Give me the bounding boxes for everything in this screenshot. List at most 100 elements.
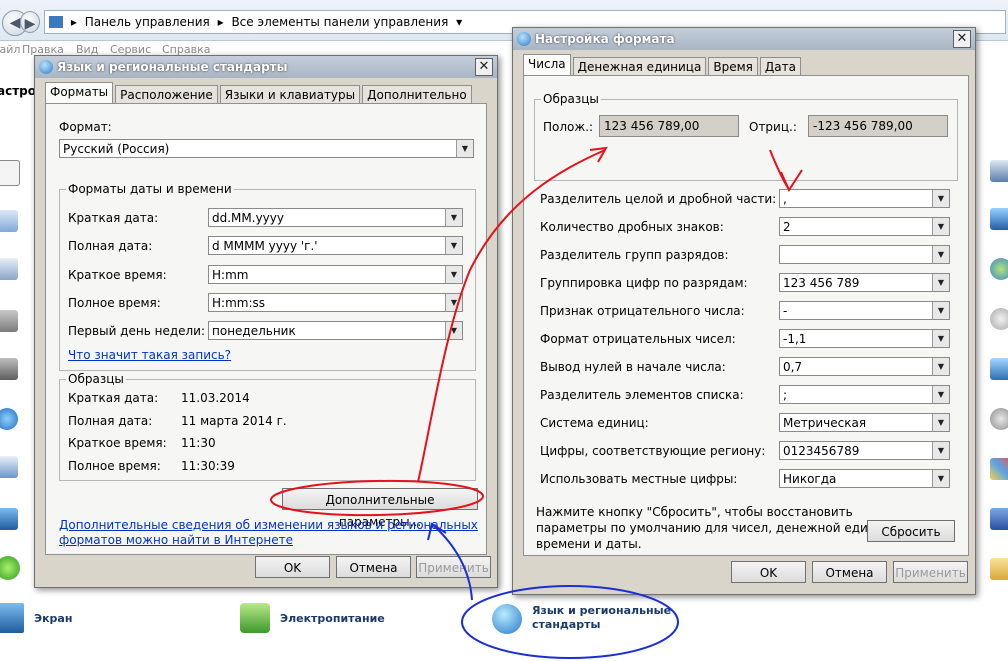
- short-date-select[interactable]: dd.MM.yyyy ▼: [208, 208, 463, 227]
- chevron-down-icon[interactable]: ▼: [445, 209, 462, 226]
- long-time-label: Полное время:: [68, 296, 161, 310]
- display-settings-icon[interactable]: [0, 508, 18, 530]
- chevron-down-icon[interactable]: ▼: [932, 190, 949, 207]
- region-cancel-button[interactable]: Отмена: [336, 556, 411, 578]
- cp-item-display[interactable]: Экран: [0, 603, 72, 633]
- chevron-down-icon[interactable]: ▼: [932, 218, 949, 235]
- chevron-down-icon[interactable]: ▼: [932, 246, 949, 263]
- tab-currency[interactable]: Денежная единица: [572, 57, 707, 76]
- tab-date[interactable]: Дата: [759, 57, 801, 76]
- cp-item-power[interactable]: Электропитание: [240, 603, 385, 633]
- cp-item-display-label: Экран: [34, 611, 73, 625]
- format-ok-button[interactable]: OK: [731, 561, 806, 583]
- firewall-icon[interactable]: [0, 310, 18, 332]
- standard-digits-select[interactable]: 0123456789 ▼: [779, 441, 950, 460]
- long-time-select[interactable]: H:mm:ss ▼: [208, 293, 463, 312]
- tab-numbers[interactable]: Числа: [523, 54, 571, 76]
- globe-icon: [517, 32, 531, 46]
- region-apply-button[interactable]: Применить: [416, 556, 491, 578]
- menu-file[interactable]: Файл: [0, 43, 20, 56]
- digit-grouping-select[interactable]: 123 456 789 ▼: [779, 273, 950, 292]
- close-icon[interactable]: ✕: [475, 58, 493, 76]
- first-day-select[interactable]: понедельник ▼: [208, 321, 463, 340]
- number-samples-title: Образцы: [541, 92, 601, 106]
- advanced-settings-button[interactable]: Дополнительные параметры...: [282, 488, 478, 529]
- programs-icon[interactable]: [990, 458, 1008, 480]
- network-icon[interactable]: [0, 408, 18, 430]
- region-ok-button[interactable]: OK: [255, 556, 330, 578]
- sample-short-date-label: Краткая дата:: [68, 391, 159, 405]
- flag-icon[interactable]: [990, 508, 1008, 530]
- chevron-down-icon[interactable]: ▼: [932, 386, 949, 403]
- short-time-select[interactable]: H:mm ▼: [208, 265, 463, 284]
- right-panel-icon-1[interactable]: [990, 160, 1008, 182]
- short-time-label: Краткое время:: [68, 268, 167, 282]
- format-select-value: Русский (Россия): [63, 142, 170, 156]
- list-separator-select[interactable]: ; ▼: [779, 385, 950, 404]
- long-time-value: H:mm:ss: [212, 296, 265, 310]
- standard-digits-value: 0123456789: [783, 444, 860, 458]
- performance-icon[interactable]: [990, 358, 1008, 380]
- people-icon[interactable]: [990, 258, 1008, 280]
- leading-zeros-select[interactable]: 0,7 ▼: [779, 357, 950, 376]
- decimal-symbol-select[interactable]: , ▼: [779, 189, 950, 208]
- chevron-down-icon[interactable]: ▼: [445, 322, 462, 339]
- breadcrumb-item-all-items[interactable]: Все элементы панели управления: [231, 15, 448, 29]
- chevron-down-icon[interactable]: ▼: [445, 294, 462, 311]
- digit-grouping-label: Группировка цифр по разрядам:: [540, 276, 748, 290]
- datetime-formats-group: Форматы даты и времени Краткая дата: dd.…: [59, 182, 476, 371]
- notation-help-link[interactable]: Что значит такая запись?: [68, 348, 231, 362]
- chevron-down-icon[interactable]: ▼: [932, 470, 949, 487]
- folder-icon[interactable]: [990, 558, 1008, 580]
- computer-icon[interactable]: [0, 358, 18, 380]
- keyboard-clock-icon[interactable]: [0, 258, 18, 280]
- format-select[interactable]: Русский (Россия) ▼: [59, 139, 474, 158]
- tab-time[interactable]: Время: [708, 57, 758, 76]
- sample-long-time-value: 11:30:39: [181, 459, 235, 473]
- tab-formats[interactable]: Форматы: [45, 82, 114, 104]
- long-date-select[interactable]: d MMMM yyyy 'г.' ▼: [208, 236, 463, 255]
- chevron-down-icon[interactable]: ▼: [456, 140, 473, 157]
- chevron-down-icon[interactable]: ▼: [932, 358, 949, 375]
- tab-administrative[interactable]: Дополнительно: [362, 85, 472, 104]
- leading-zeros-value: 0,7: [783, 360, 803, 374]
- chevron-down-icon[interactable]: ▼: [932, 442, 949, 459]
- monitor-icon[interactable]: [990, 208, 1008, 230]
- chevron-down-icon[interactable]: ▼: [445, 266, 462, 283]
- tab-location[interactable]: Расположение: [115, 85, 218, 104]
- format-cancel-button[interactable]: Отмена: [812, 561, 887, 583]
- display-icon: [0, 603, 24, 633]
- chevron-down-icon[interactable]: ▼: [932, 330, 949, 347]
- chevron-down-icon[interactable]: ▼: [932, 274, 949, 291]
- close-icon[interactable]: ✕: [953, 30, 971, 48]
- samples-group: Образцы Краткая дата: 11.03.2014 Полная …: [59, 372, 476, 481]
- tasks-icon[interactable]: [0, 456, 18, 478]
- document-icon[interactable]: [0, 160, 20, 186]
- cp-item-region[interactable]: Язык и региональные стандарты: [492, 604, 682, 634]
- positive-sample-value: 123 456 789,00: [599, 115, 739, 137]
- update-icon[interactable]: [0, 556, 20, 580]
- chevron-down-icon[interactable]: ▼: [932, 414, 949, 431]
- control-panel-icon: [49, 16, 63, 28]
- negative-format-select[interactable]: -1,1 ▼: [779, 329, 950, 348]
- format-dialog-titlebar[interactable]: Настройка формата ✕: [513, 28, 975, 50]
- chevron-down-icon[interactable]: ▼: [932, 302, 949, 319]
- region-dialog-titlebar[interactable]: Язык и региональные стандарты ✕: [35, 56, 497, 78]
- reset-button[interactable]: Сбросить: [867, 520, 955, 542]
- chevron-down-icon[interactable]: ▼: [445, 237, 462, 254]
- decimal-digits-select[interactable]: 2 ▼: [779, 217, 950, 236]
- breadcrumb-item-control-panel[interactable]: Панель управления: [85, 15, 210, 29]
- format-apply-button[interactable]: Применить: [893, 561, 968, 583]
- info-link-line-2[interactable]: форматов можно найти в Интернете: [59, 533, 293, 547]
- checklist-icon[interactable]: [0, 210, 18, 232]
- forward-button[interactable]: ▶: [20, 11, 40, 33]
- measurement-system-select[interactable]: Метрическая ▼: [779, 413, 950, 432]
- negative-sign-select[interactable]: - ▼: [779, 301, 950, 320]
- microphone-icon[interactable]: [990, 408, 1008, 430]
- native-digits-select[interactable]: Никогда ▼: [779, 469, 950, 488]
- first-day-label: Первый день недели:: [68, 324, 206, 338]
- tab-languages-keyboards[interactable]: Языки и клавиатуры: [219, 85, 361, 104]
- mouse-icon[interactable]: [990, 308, 1008, 330]
- info-link-line-1[interactable]: Дополнительные сведения об изменении язы…: [59, 518, 478, 532]
- digit-grouping-symbol-select[interactable]: ▼: [779, 245, 950, 264]
